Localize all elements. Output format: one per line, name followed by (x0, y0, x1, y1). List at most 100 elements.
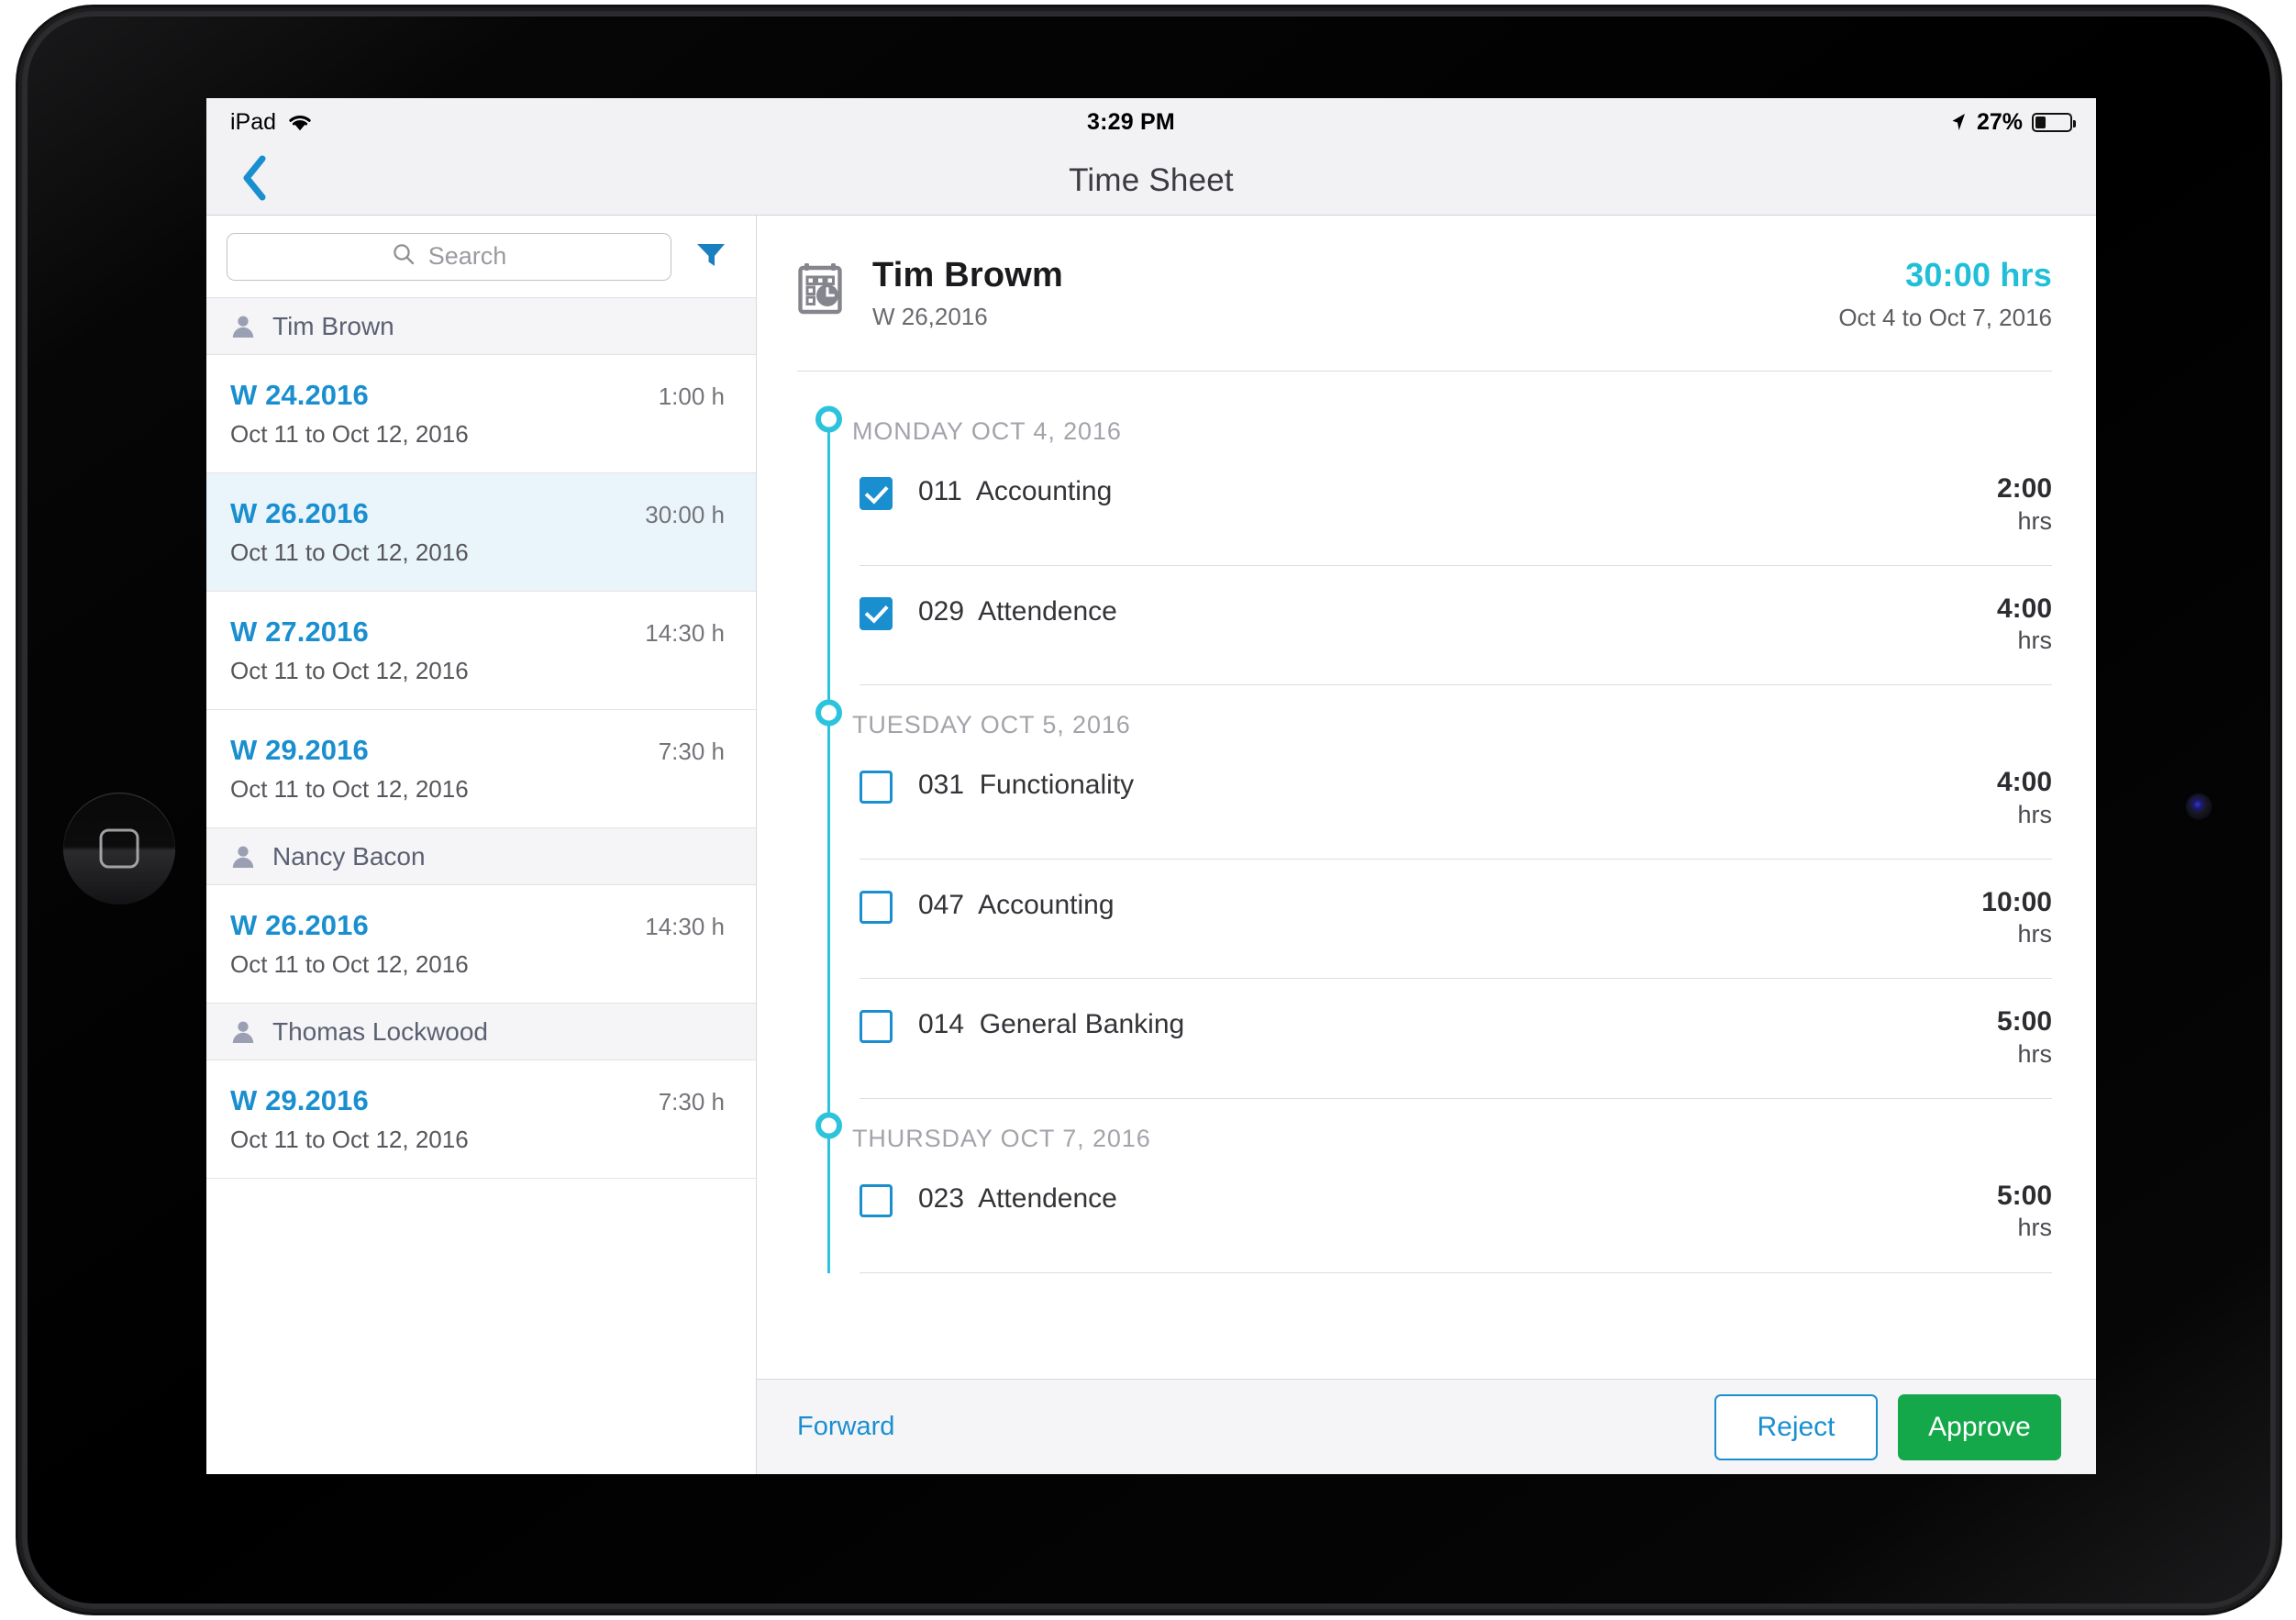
day-title: TUESDAY OCT 5, 2016 (852, 711, 1131, 739)
search-row: Search (206, 216, 756, 298)
total-hours: 30:00 hrs (1905, 256, 2052, 294)
entry-hours: 2:00 hrs (1924, 473, 2052, 538)
device-label: iPad (230, 108, 277, 135)
home-button[interactable] (63, 793, 175, 904)
list-item[interactable]: W 27.2016 14:30 h Oct 11 to Oct 12, 2016 (206, 592, 756, 710)
week-hours: 7:30 h (658, 1088, 725, 1115)
timesheet-entry[interactable]: 023 Attendence 5:00 hrs (860, 1153, 2052, 1273)
employee-week-label: W 26,2016 (872, 303, 988, 330)
entry-hours-unit: hrs (2017, 1039, 2052, 1068)
timesheet-entry[interactable]: 011 Accounting 2:00 hrs (860, 446, 2052, 566)
timeline: MONDAY OCT 4, 2016 011 Accounting 2:00 h… (757, 392, 2096, 1273)
entry-hours-value: 5:00 (1996, 1006, 2052, 1037)
entry-hours-unit: hrs (2017, 506, 2052, 535)
entry-hours: 5:00 hrs (1924, 1006, 2052, 1071)
entry-hours: 4:00 hrs (1924, 594, 2052, 658)
sidebar-person-header[interactable]: Nancy Bacon (206, 828, 756, 885)
day-title: THURSDAY OCT 7, 2016 (852, 1124, 1151, 1152)
status-bar-right: 27% (1949, 109, 2076, 136)
status-bar: iPad 3:29 PM 27% (206, 98, 2096, 146)
person-name: Tim Brown (272, 311, 394, 340)
entry-label: 011 Accounting (918, 473, 1924, 509)
sidebar-person-header[interactable]: Thomas Lockwood (206, 1004, 756, 1060)
week-hours: 30:00 h (645, 501, 725, 528)
timesheet-entry[interactable]: 031 Functionality 4:00 hrs (860, 739, 2052, 860)
week-range: Oct 11 to Oct 12, 2016 (230, 420, 469, 448)
entry-task: Accounting (978, 889, 1115, 920)
week-label: W 27.2016 (230, 616, 369, 648)
list-item[interactable]: W 29.2016 7:30 h Oct 11 to Oct 12, 2016 (206, 710, 756, 828)
search-icon (392, 242, 416, 271)
day-title: MONDAY OCT 4, 2016 (852, 417, 1122, 445)
list-item[interactable]: W 29.2016 7:30 h Oct 11 to Oct 12, 2016 (206, 1060, 756, 1179)
person-name: Thomas Lockwood (272, 1016, 489, 1046)
day-block: THURSDAY OCT 7, 2016 023 Attendence 5:00… (757, 1099, 2052, 1273)
person-icon (230, 314, 256, 339)
entry-checkbox[interactable] (860, 890, 893, 924)
filter-button[interactable] (690, 236, 732, 278)
entry-checkbox[interactable] (860, 477, 893, 510)
forward-button[interactable]: Forward (797, 1412, 894, 1442)
list-item[interactable]: W 26.2016 30:00 h Oct 11 to Oct 12, 2016 (206, 473, 756, 592)
timesheet-list[interactable]: Tim Brown W 24.2016 1:00 h Oct 11 to Oct… (206, 298, 756, 1474)
entry-hours-unit: hrs (2017, 1214, 2052, 1242)
search-input[interactable]: Search (227, 232, 671, 281)
list-item-top: W 29.2016 7:30 h (230, 734, 725, 767)
list-item-top: W 24.2016 1:00 h (230, 379, 725, 412)
list-item[interactable]: W 24.2016 1:00 h Oct 11 to Oct 12, 2016 (206, 355, 756, 473)
day-block: TUESDAY OCT 5, 2016 031 Functionality 4:… (757, 685, 2052, 1099)
battery-icon (2032, 112, 2076, 132)
timesheet-entry[interactable]: 014 General Banking 5:00 hrs (860, 979, 2052, 1099)
list-item[interactable]: W 26.2016 14:30 h Oct 11 to Oct 12, 2016 (206, 885, 756, 1004)
day-header: MONDAY OCT 4, 2016 (757, 392, 2052, 446)
approve-button[interactable]: Approve (1898, 1393, 2061, 1460)
entry-hours: 5:00 hrs (1924, 1181, 2052, 1245)
entry-code: 014 (918, 1009, 965, 1040)
day-block: MONDAY OCT 4, 2016 011 Accounting 2:00 h… (757, 392, 2052, 686)
entry-task: Attendence (978, 1182, 1117, 1214)
entry-task: Accounting (975, 476, 1113, 506)
entry-code: 029 (918, 595, 965, 627)
entry-checkbox[interactable] (860, 771, 893, 804)
list-item-top: W 27.2016 14:30 h (230, 616, 725, 649)
entry-checkbox[interactable] (860, 596, 893, 630)
screen: iPad 3:29 PM 27% Time Sheet Search Tim B… (206, 98, 2096, 1474)
calendar-clock-icon (797, 261, 849, 316)
person-icon (230, 844, 256, 870)
front-camera (2187, 794, 2211, 818)
entry-label: 047 Accounting (918, 887, 1924, 923)
timesheet-entry[interactable]: 047 Accounting 10:00 hrs (860, 860, 2052, 980)
timeline-dot-icon (815, 405, 842, 432)
timesheet-entry[interactable]: 029 Attendence 4:00 hrs (860, 566, 2052, 686)
week-label: W 26.2016 (230, 497, 369, 529)
back-button[interactable] (232, 155, 278, 205)
reject-button[interactable]: Reject (1714, 1393, 1878, 1460)
week-label: W 26.2016 (230, 909, 369, 941)
entry-code: 023 (918, 1182, 965, 1214)
entry-hours-unit: hrs (2017, 920, 2052, 949)
entry-hours-value: 10:00 (1981, 886, 2052, 917)
day-header: THURSDAY OCT 7, 2016 (757, 1099, 2052, 1153)
entry-label: 031 Functionality (918, 767, 1924, 803)
week-range: Oct 11 to Oct 12, 2016 (230, 538, 469, 566)
navigation-bar: Time Sheet (206, 146, 2096, 216)
timeline-dot-icon (815, 1112, 842, 1139)
sidebar-person-header[interactable]: Tim Brown (206, 298, 756, 355)
week-range: Oct 11 to Oct 12, 2016 (230, 775, 469, 803)
detail-header-names: Tim Browm W 26,2016 (872, 256, 1838, 331)
week-range: Oct 11 to Oct 12, 2016 (230, 1126, 469, 1153)
entry-code: 047 (918, 889, 965, 920)
home-button-square-icon (99, 828, 139, 869)
week-label: W 24.2016 (230, 379, 369, 411)
entry-checkbox[interactable] (860, 1010, 893, 1044)
sidebar: Search Tim Brown W 24.2016 1:00 h Oct 11… (206, 216, 757, 1474)
entry-label: 023 Attendence (918, 1181, 1924, 1216)
header-divider (797, 371, 2052, 372)
search-placeholder: Search (427, 242, 507, 270)
detail-header: Tim Browm W 26,2016 30:00 hrs Oct 4 to O… (757, 216, 2096, 332)
entry-hours: 4:00 hrs (1924, 767, 2052, 831)
week-label: W 29.2016 (230, 734, 369, 766)
entry-checkbox[interactable] (860, 1183, 893, 1217)
detail-scroll-area[interactable]: Tim Browm W 26,2016 30:00 hrs Oct 4 to O… (757, 216, 2096, 1379)
status-bar-left: iPad (230, 109, 313, 136)
